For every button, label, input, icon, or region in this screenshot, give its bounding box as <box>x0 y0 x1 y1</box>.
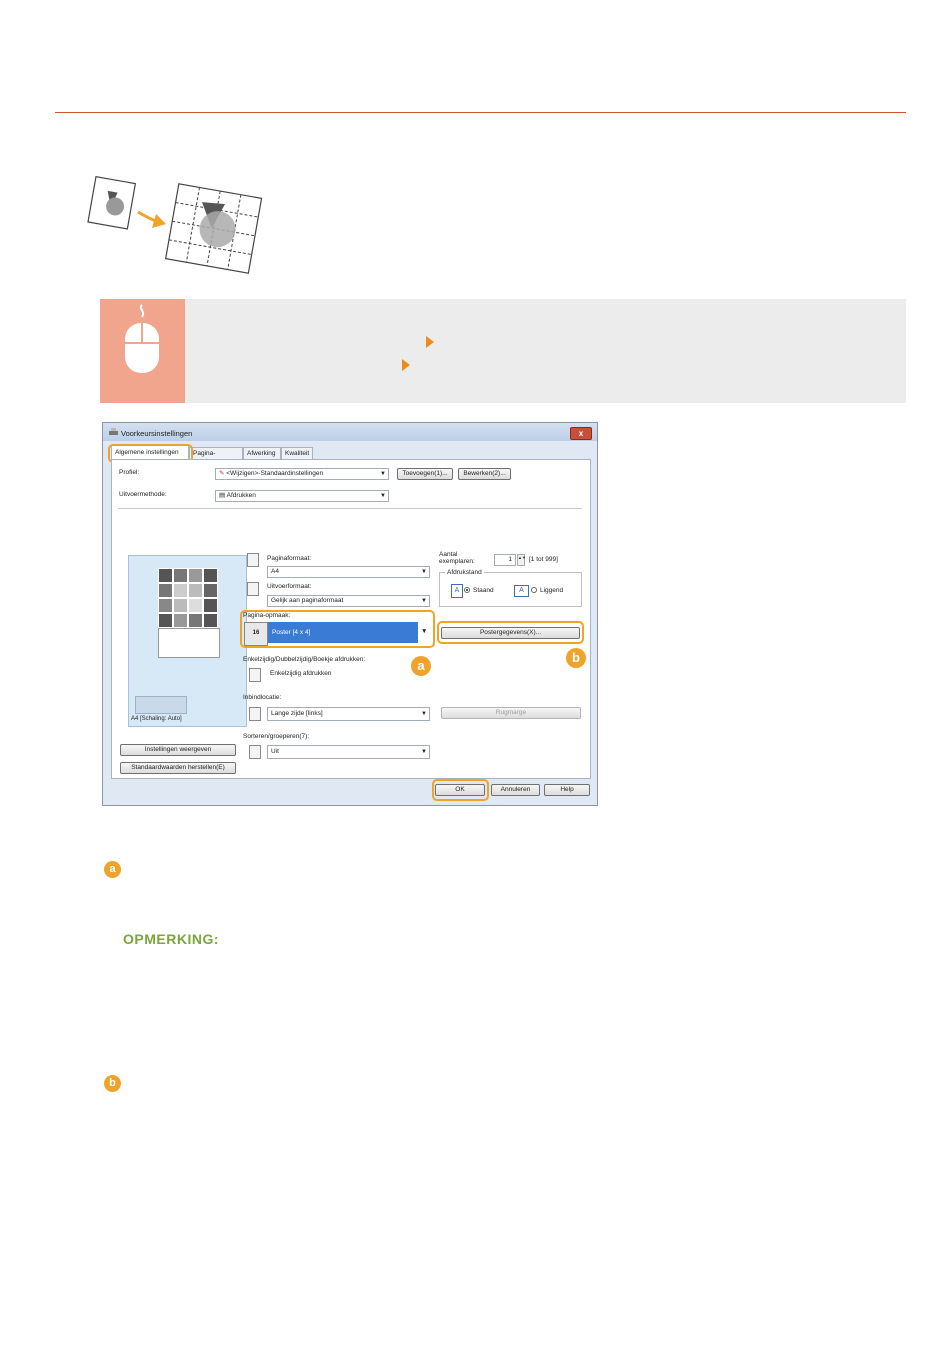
landscape-label: Liggend <box>540 587 564 594</box>
binding-label: Inbindlocatie: <box>243 694 282 701</box>
duplex-label: Enkelzijdig/Dubbelzijdig/Boekje afdrukke… <box>243 656 366 663</box>
output-size-label: Uitvoerformaat: <box>267 583 312 590</box>
poster-illustration-icon <box>87 175 263 274</box>
profile-dropdown[interactable]: ✎ <Wijzigen>-Standaardinstellingen ▼ <box>215 468 389 480</box>
poster-illustration <box>86 175 266 276</box>
copies-range: [1 tot 999] <box>529 556 558 563</box>
preview-tile <box>188 583 203 598</box>
output-method-dropdown[interactable]: ▤ Afdrukken ▼ <box>215 490 389 502</box>
collate-value: Uit <box>271 748 279 755</box>
printer-icon: ▤ <box>219 492 226 499</box>
collate-label: Sorteren/groeperen(7): <box>243 733 310 740</box>
preview-caption: A4 [Schaling: Auto] <box>131 716 182 722</box>
pencil-icon: ✎ <box>219 470 225 477</box>
callout-a-badge: a <box>411 656 431 676</box>
output-size-icon <box>247 582 259 596</box>
dialog-body: Profiel: ✎ <Wijzigen>-Standaardinstellin… <box>111 459 591 779</box>
binding-value: Lange zijde [links] <box>271 710 323 717</box>
chevron-down-icon: ▼ <box>421 711 427 717</box>
collate-icon <box>249 745 261 759</box>
preview-tile <box>203 583 218 598</box>
gutter-button[interactable]: Rugmarge <box>441 707 581 719</box>
chevron-down-icon: ▼ <box>380 493 386 499</box>
printer-preferences-dialog: Voorkeursinstellingen x Algemene instell… <box>102 422 598 806</box>
poster-details-highlight <box>437 621 584 644</box>
ok-highlight <box>432 779 489 801</box>
page-size-label: Paginaformaat: <box>267 555 312 562</box>
preview-tile <box>158 583 173 598</box>
note-heading: OPMERKING: <box>123 931 219 947</box>
portrait-radio[interactable] <box>464 587 470 593</box>
preview-tile <box>203 568 218 583</box>
restore-defaults-button[interactable]: Standaardwaarden herstellen(E) <box>120 762 236 774</box>
view-settings-button[interactable]: Instellingen weergeven <box>120 744 236 756</box>
edit-profile-button[interactable]: Bewerken(2)... <box>458 468 511 480</box>
output-method-value: Afdrukken <box>226 492 256 499</box>
print-preview: A4 [Schaling: Auto] <box>128 555 247 727</box>
profile-label: Profiel: <box>119 469 140 476</box>
tab-finishing[interactable]: Afwerking <box>243 447 281 459</box>
preview-tile <box>173 583 188 598</box>
tab-quality[interactable]: Kwaliteit <box>281 447 313 459</box>
dialog-title: Voorkeursinstellingen <box>121 429 193 438</box>
callout-a-marker: a <box>104 861 121 878</box>
landscape-icon: A <box>514 585 529 597</box>
printer-icon <box>109 428 118 435</box>
preview-tile <box>173 613 188 628</box>
preview-mode-toggle[interactable] <box>135 696 187 714</box>
chevron-down-icon: ▼ <box>380 471 386 477</box>
landscape-radio[interactable] <box>531 587 537 593</box>
callout-b-badge: b <box>566 648 586 668</box>
collate-dropdown[interactable]: Uit ▼ <box>267 745 430 759</box>
chevron-down-icon: ▼ <box>421 598 427 604</box>
layout-highlight <box>240 610 435 648</box>
page-size-value: A4 <box>271 568 279 575</box>
output-method-label: Uitvoermethode: <box>119 491 167 498</box>
dialog-titlebar: Voorkeursinstellingen x <box>103 423 597 441</box>
page-size-dropdown[interactable]: A4 ▼ <box>267 566 430 578</box>
portrait-label: Staand <box>473 587 494 594</box>
binding-icon <box>249 707 261 721</box>
poster-preview-grid <box>158 568 218 628</box>
help-button[interactable]: Help <box>544 784 590 796</box>
preview-tile <box>203 598 218 613</box>
preview-tile <box>173 598 188 613</box>
portrait-icon: A <box>451 584 463 598</box>
copies-input[interactable]: 1 <box>494 554 516 566</box>
duplex-value[interactable]: Enkelzijdig afdrukken <box>267 667 430 683</box>
mouse-operation-box <box>100 299 185 403</box>
copies-spinner[interactable]: ▲▼ <box>517 554 526 566</box>
preview-tile <box>188 568 203 583</box>
cancel-button[interactable]: Annuleren <box>491 784 540 796</box>
preview-tile <box>173 568 188 583</box>
instruction-banner <box>100 299 906 403</box>
copies-label: Aantal exemplaren: <box>439 551 475 565</box>
preview-tile <box>188 613 203 628</box>
single-sided-icon <box>249 668 261 682</box>
preview-tile <box>203 613 218 628</box>
preview-blank-pages <box>158 628 220 658</box>
chevron-down-icon: ▼ <box>421 569 427 575</box>
preview-tile <box>158 568 173 583</box>
chevron-down-icon: ▼ <box>421 749 427 755</box>
preview-tile <box>158 598 173 613</box>
mouse-icon <box>125 304 159 373</box>
preview-tile <box>158 613 173 628</box>
add-profile-button[interactable]: Toevoegen(1)... <box>397 468 453 480</box>
tab-page-setup[interactable]: Pagina-instelling <box>189 447 243 469</box>
binding-dropdown[interactable]: Lange zijde [links] ▼ <box>267 707 430 721</box>
step-arrow-icon <box>402 359 410 371</box>
output-size-dropdown[interactable]: Gelijk aan paginaformaat ▼ <box>267 595 430 607</box>
output-size-value: Gelijk aan paginaformaat <box>271 597 344 604</box>
callout-b-marker: b <box>104 1075 121 1092</box>
preview-tile <box>188 598 203 613</box>
divider <box>118 508 582 509</box>
profile-value: <Wijzigen>-Standaardinstellingen <box>226 470 324 477</box>
page-size-icon <box>247 553 259 567</box>
orientation-label: Afdrukstand <box>445 569 484 576</box>
close-button[interactable]: x <box>570 427 592 440</box>
section-divider <box>55 112 906 113</box>
step-arrow-icon <box>426 336 434 348</box>
